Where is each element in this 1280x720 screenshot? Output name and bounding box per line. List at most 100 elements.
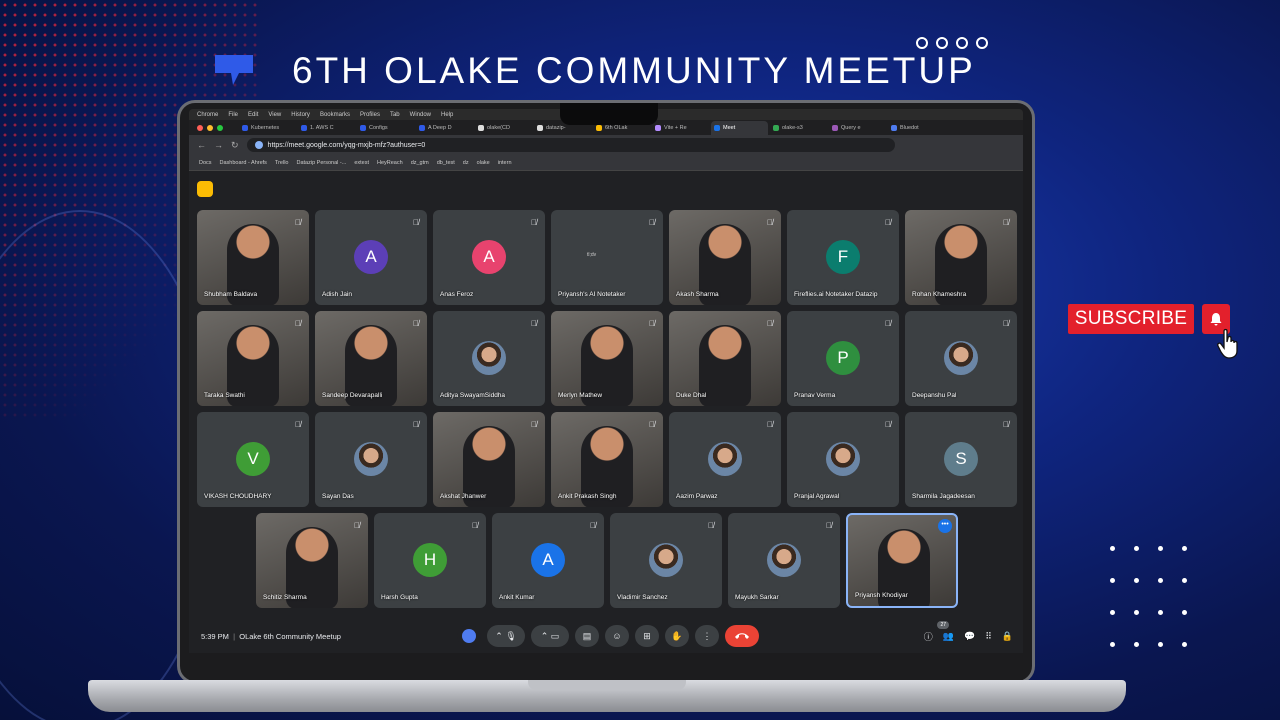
participant-tile[interactable]: 🎙̸ Schitiz Sharma	[256, 513, 368, 608]
forward-icon[interactable]: →	[214, 140, 223, 150]
participant-tile[interactable]: 🎙̸ Vladimir Sanchez	[610, 513, 722, 608]
participant-tile[interactable]: 🎙̸ Aditya SwayamSiddha	[433, 311, 545, 406]
mic-off-icon: 🎙̸	[649, 218, 655, 227]
participant-tile[interactable]: H 🎙̸ Harsh Gupta	[374, 513, 486, 608]
captions-icon[interactable]: ▤	[575, 625, 599, 647]
participant-tile[interactable]: 🎙̸ Mayukh Sarkar	[728, 513, 840, 608]
participant-name: Pranav Verma	[794, 392, 836, 399]
participant-tile[interactable]: 🎙̸ Akash Sharma	[669, 210, 781, 305]
avatar	[767, 543, 801, 577]
browser-tab[interactable]: Query e	[829, 121, 886, 135]
participant-tile[interactable]: 🎙̸ Ankit Prakash Singh	[551, 412, 663, 507]
mic-off-icon: 🎙̸	[826, 521, 832, 530]
participant-tile[interactable]: 🎙̸ Shubham Baldava	[197, 210, 309, 305]
window-controls[interactable]	[197, 124, 223, 131]
participant-tile[interactable]: F 🎙̸ Fireflies.ai Notetaker Datazip	[787, 210, 899, 305]
more-options-icon[interactable]: •••	[938, 519, 952, 533]
site-info-icon[interactable]	[254, 141, 263, 149]
bookmark-item[interactable]: extest	[354, 160, 369, 166]
tab-favicon-icon	[832, 124, 838, 131]
browser-tab[interactable]: olake(CD	[475, 121, 532, 135]
avatar	[826, 442, 860, 476]
url-text: https://meet.google.com/yqg-mxjb-mfz?aut…	[267, 141, 426, 149]
participant-tile[interactable]: 🎙̸ Akshat Jhanwer	[433, 412, 545, 507]
participant-tile[interactable]: 🎙̸ Sayan Das	[315, 412, 427, 507]
bookmark-item[interactable]: intern	[498, 160, 512, 166]
browser-tab[interactable]: Configs	[357, 121, 414, 135]
participant-tile[interactable]: A 🎙̸ Ankit Kumar	[492, 513, 604, 608]
info-icon[interactable]: ⓘ	[924, 630, 933, 643]
camera-toggle[interactable]: ⌃ ▭	[531, 625, 569, 647]
avatar	[354, 442, 388, 476]
participant-tile[interactable]: 🎙̸ Sandeep Devarapalli	[315, 311, 427, 406]
menubar-item[interactable]: View	[268, 112, 281, 118]
participant-tile[interactable]: 🎙̸ Duke Dhal	[669, 311, 781, 406]
recording-badge-icon[interactable]	[197, 181, 213, 197]
participant-tile[interactable]: 🎙̸ Taraka Swathi	[197, 311, 309, 406]
participant-name: Akshat Jhanwer	[440, 493, 487, 500]
browser-tab[interactable]: olake-s3	[770, 121, 827, 135]
bookmark-item[interactable]: HeyReach	[377, 160, 403, 166]
browser-tab[interactable]: Bluedot	[888, 121, 945, 135]
emoji-icon[interactable]: ☺	[605, 625, 629, 647]
participant-tile[interactable]: A 🎙̸ Anas Feroz	[433, 210, 545, 305]
participant-tile[interactable]: 🎙̸ Pranjal Agrawal	[787, 412, 899, 507]
participant-tile[interactable]: S 🎙̸ Sharmila Jagadeesan	[905, 412, 1017, 507]
bookmark-item[interactable]: Docs	[199, 160, 212, 166]
participant-name: Aditya SwayamSiddha	[440, 392, 506, 399]
participant-tile[interactable]: 🎙̸ Merlyn Mathew	[551, 311, 663, 406]
reload-icon[interactable]: ↻	[231, 140, 239, 151]
menubar-item[interactable]: Bookmarks	[320, 112, 350, 118]
browser-tab[interactable]: Kubernetes	[239, 121, 296, 135]
participant-tile[interactable]: 🎙̸ Deepanshu Pal	[905, 311, 1017, 406]
menubar-item[interactable]: Tab	[390, 112, 400, 118]
pointer-hand-icon	[1217, 328, 1238, 359]
mic-off-icon: 🎙̸	[649, 319, 655, 328]
bookmark-item[interactable]: Dashboard - Ahrefs	[220, 160, 267, 166]
address-bar[interactable]: https://meet.google.com/yqg-mxjb-mfz?aut…	[246, 138, 895, 152]
activities-icon[interactable]: ⠿	[985, 631, 992, 642]
more-options-icon[interactable]: ⋮	[695, 625, 719, 647]
host-controls-icon[interactable]: 🔒	[1002, 631, 1013, 642]
mic-off-icon: 🎙̸	[413, 218, 419, 227]
browser-tab[interactable]: A Deep D	[416, 121, 473, 135]
participant-tile[interactable]: tl;dv 🎙̸ Priyansh's AI Notetaker	[551, 210, 663, 305]
participant-tile[interactable]: V 🎙̸ VIKASH CHOUDHARY	[197, 412, 309, 507]
participant-tile[interactable]: A 🎙̸ Adish Jain	[315, 210, 427, 305]
people-icon[interactable]: 👥	[943, 631, 954, 642]
bookmark-item[interactable]: dz	[463, 160, 469, 166]
bookmark-item[interactable]: db_test	[437, 160, 455, 166]
leave-call-button[interactable]	[725, 625, 759, 647]
menubar-item[interactable]: Edit	[248, 112, 258, 118]
participant-name: Harsh Gupta	[381, 594, 418, 601]
bookmark-item[interactable]: olake	[477, 160, 490, 166]
chat-icon[interactable]: 💬	[964, 631, 975, 642]
participant-tile[interactable]: 🎙̸ Rohan Khameshra	[905, 210, 1017, 305]
menubar-item[interactable]: File	[228, 112, 238, 118]
participant-tile[interactable]: P 🎙̸ Pranav Verma	[787, 311, 899, 406]
menubar-item[interactable]: Profiles	[360, 112, 380, 118]
subscribe-button[interactable]: SUBSCRIBE	[1068, 304, 1194, 334]
bookmark-item[interactable]: dz_gtm	[411, 160, 429, 166]
profile-dot-icon[interactable]	[457, 625, 481, 647]
raise-hand-icon[interactable]: ✋	[665, 625, 689, 647]
mic-off-icon: 🎙̸	[531, 319, 537, 328]
microphone-toggle[interactable]: ⌃ 🎙	[487, 625, 525, 647]
browser-tab[interactable]: Meet	[711, 120, 768, 135]
present-screen-icon[interactable]: ⊞	[635, 625, 659, 647]
avatar	[944, 341, 978, 375]
menubar-item[interactable]: Chrome	[197, 112, 218, 118]
mic-off-icon: 🎙̸	[885, 218, 891, 227]
menubar-item[interactable]: History	[291, 112, 310, 118]
back-icon[interactable]: ←	[197, 140, 206, 150]
participant-tile[interactable]: 🎙̸ Aazim Parwaz	[669, 412, 781, 507]
browser-tab[interactable]: 1. AWS C	[298, 121, 355, 135]
browser-tab[interactable]: Vite + Re	[652, 121, 709, 135]
mic-off-icon: 🎙̸	[767, 319, 773, 328]
bookmark-item[interactable]: Datazip Personal -...	[296, 160, 346, 166]
bookmark-item[interactable]: Trello	[275, 160, 289, 166]
menubar-item[interactable]: Help	[441, 112, 453, 118]
participant-tile[interactable]: ••• Priyansh Khodiyar	[846, 513, 958, 608]
participant-name: Rohan Khameshra	[912, 291, 967, 298]
menubar-item[interactable]: Window	[410, 112, 431, 118]
